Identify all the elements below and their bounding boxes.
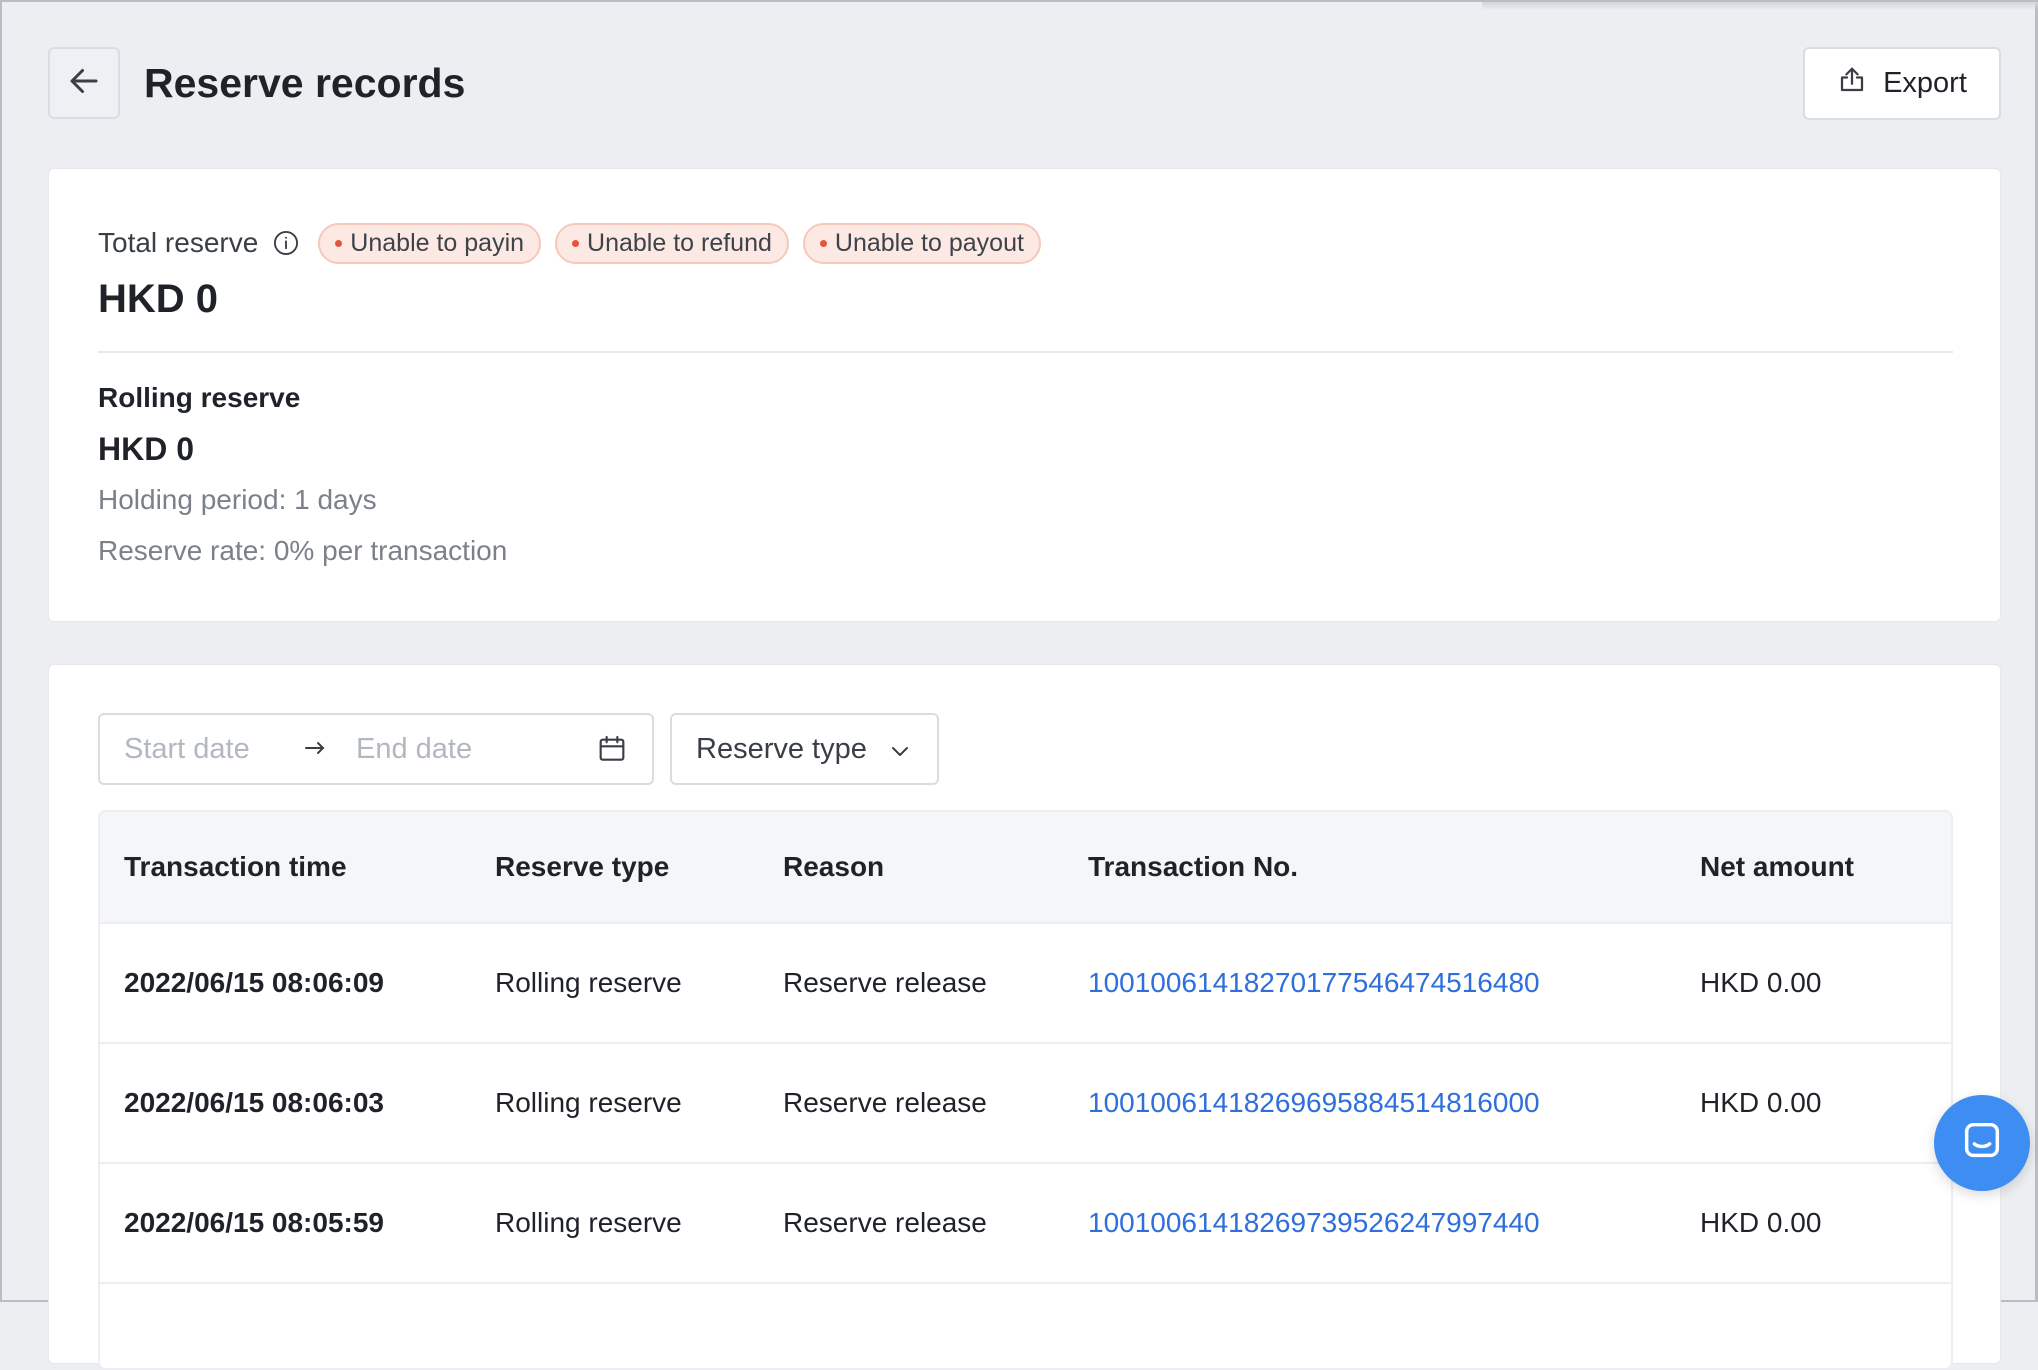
transaction-time-cell: 2022/06/15 08:06:03 xyxy=(124,1087,384,1118)
total-reserve-label: Total reserve xyxy=(98,227,259,258)
status-badge-label: Unable to payout xyxy=(834,228,1024,257)
transaction-no-link[interactable]: 1001006141826969588451481600​0 xyxy=(1088,1087,1700,1119)
column-header-reserve-type: Reserve type xyxy=(495,851,670,882)
reserve-summary-card: Total reserve Unable to payin Unable to … xyxy=(48,168,2001,622)
status-dot xyxy=(819,239,827,247)
transaction-no-link[interactable]: 1001006141827017754647451648​0 xyxy=(1088,967,1700,999)
status-dot xyxy=(572,239,580,247)
table-row xyxy=(100,1284,1951,1368)
reason-cell: Reserve release xyxy=(783,967,987,998)
reserve-type-cell: Rolling reserve xyxy=(495,967,682,998)
info-icon[interactable] xyxy=(272,229,300,257)
rolling-reserve-amount: HKD 0 xyxy=(98,431,195,467)
status-badge-payout: Unable to payout xyxy=(802,222,1041,264)
reason-cell: Reserve release xyxy=(783,1207,987,1238)
export-label: Export xyxy=(1883,67,1967,99)
arrow-left-icon xyxy=(66,63,102,104)
status-dot xyxy=(335,239,343,247)
table-row: 2022/06/15 08:06:09 Rolling reserve Rese… xyxy=(100,924,1951,1044)
calendar-icon[interactable] xyxy=(596,733,628,765)
date-range-picker[interactable]: Start date End date xyxy=(98,713,654,785)
total-reserve-row: Total reserve Unable to payin Unable to … xyxy=(98,221,1041,265)
reserve-type-select[interactable]: Reserve type xyxy=(670,713,939,785)
status-badge-label: Unable to refund xyxy=(587,228,772,257)
transaction-no-link[interactable]: 1001006141826973952624799744​0 xyxy=(1088,1207,1700,1239)
transaction-time-cell: 2022/06/15 08:06:09 xyxy=(124,967,384,998)
column-header-transaction-time: Transaction time xyxy=(124,851,347,882)
table-row: 2022/06/15 08:05:59 Rolling reserve Rese… xyxy=(100,1164,1951,1284)
divider xyxy=(98,351,1953,353)
net-amount-cell: HKD 0.00 xyxy=(1700,967,1822,998)
column-header-reason: Reason xyxy=(783,851,885,882)
export-icon xyxy=(1837,65,1867,103)
reserve-records-table: Transaction time Reserve type Reason Tra… xyxy=(98,810,1953,1370)
net-amount-cell: HKD 0.00 xyxy=(1700,1087,1822,1118)
rolling-reserve-label: Rolling reserve xyxy=(98,382,301,413)
arrow-right-icon xyxy=(304,735,356,763)
app-window: Reserve records Export Total reserve Una… xyxy=(0,0,2038,1370)
end-date-input[interactable]: End date xyxy=(356,733,596,766)
reserve-type-cell: Rolling reserve xyxy=(495,1087,682,1118)
reserve-type-cell: Rolling reserve xyxy=(495,1207,682,1238)
status-badge-refund: Unable to refund xyxy=(555,222,789,264)
start-date-input[interactable]: Start date xyxy=(124,733,304,766)
top-shadow xyxy=(1482,2,2038,10)
export-button[interactable]: Export xyxy=(1803,47,2001,120)
reserve-rate-text: Reserve rate: 0% per transaction xyxy=(98,535,508,566)
table-header: Transaction time Reserve type Reason Tra… xyxy=(100,812,1951,924)
total-reserve-amount: HKD 0 xyxy=(98,277,219,321)
chat-icon xyxy=(1959,1118,2005,1169)
table-row: 2022/06/15 08:06:03 Rolling reserve Rese… xyxy=(100,1044,1951,1164)
reserve-records-card: Start date End date Reserve type Transac… xyxy=(48,664,2001,1370)
status-badge-payin: Unable to payin xyxy=(318,222,542,264)
transaction-time-cell: 2022/06/15 08:05:59 xyxy=(124,1207,384,1238)
column-header-net-amount: Net amount xyxy=(1700,851,1854,882)
holding-period-text: Holding period: 1 days xyxy=(98,484,377,515)
chat-launcher-button[interactable] xyxy=(1934,1095,2030,1191)
reserve-type-select-label: Reserve type xyxy=(696,732,867,765)
page-title: Reserve records xyxy=(144,60,466,106)
reason-cell: Reserve release xyxy=(783,1087,987,1118)
column-header-transaction-no: Transaction No. xyxy=(1088,851,1299,882)
status-badge-label: Unable to payin xyxy=(350,228,525,257)
net-amount-cell: HKD 0.00 xyxy=(1700,1207,1822,1238)
chevron-down-icon xyxy=(889,733,911,766)
back-button[interactable] xyxy=(48,47,120,119)
